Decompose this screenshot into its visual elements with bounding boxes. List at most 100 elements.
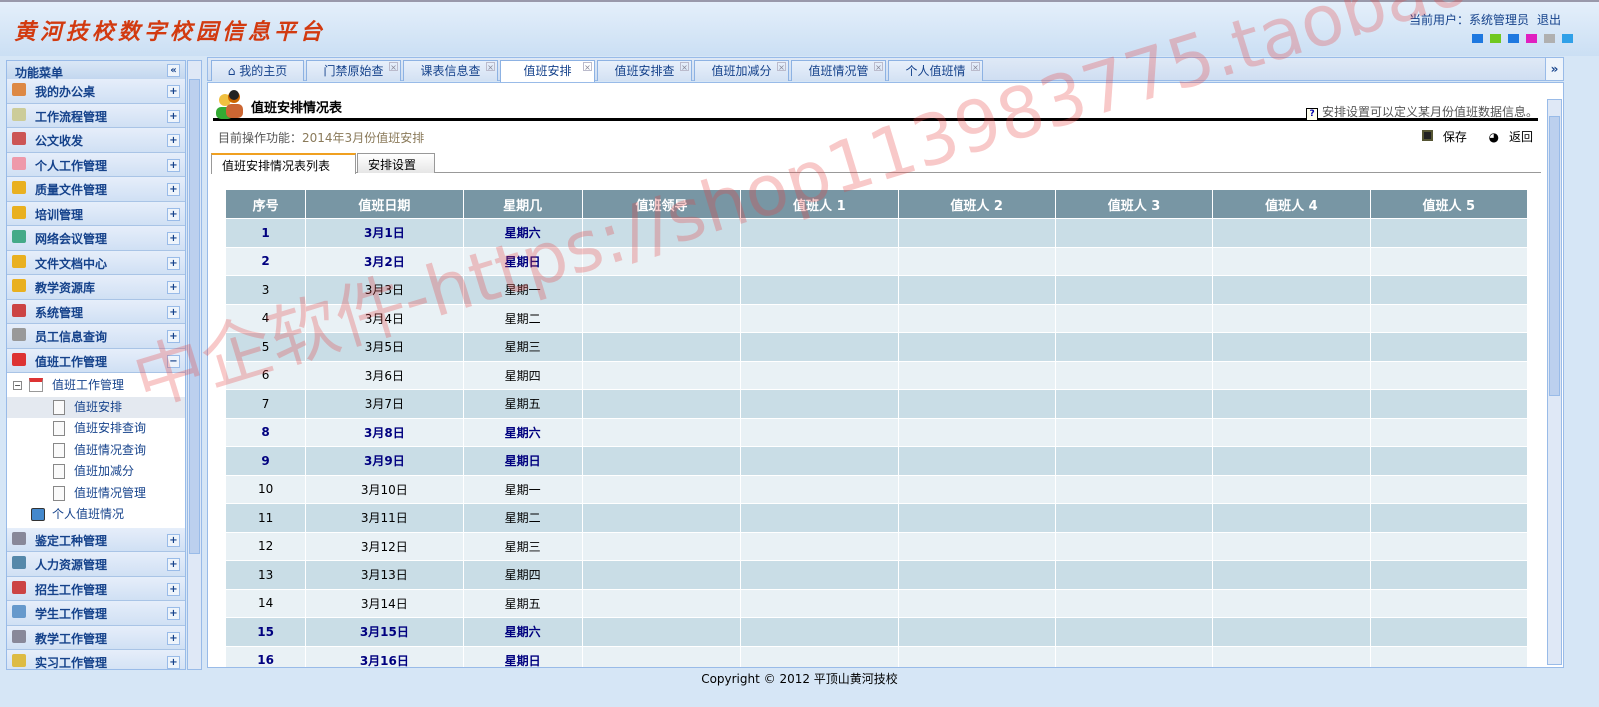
expand-icon[interactable]: +	[167, 134, 180, 147]
sidebar-item[interactable]: 人力资源管理 +	[7, 552, 185, 577]
table-cell[interactable]	[897, 417, 1056, 447]
tree-node[interactable]: 值班加减分	[7, 461, 185, 483]
sidebar-item[interactable]: 教学工作管理 +	[7, 625, 185, 650]
tree-node[interactable]: 值班安排查询	[7, 418, 185, 440]
table-cell[interactable]	[1212, 503, 1371, 533]
save-button[interactable]: 保存	[1416, 130, 1467, 144]
sidebar-item[interactable]: 公文收发 +	[7, 128, 185, 153]
table-row[interactable]: 11 3月11日 星期二	[224, 503, 1529, 533]
sidebar-item[interactable]: 工作流程管理 +	[7, 103, 185, 128]
table-row[interactable]: 4 3月4日 星期二	[224, 303, 1529, 333]
skin-swatch[interactable]	[1526, 34, 1537, 43]
table-cell[interactable]	[1369, 360, 1529, 390]
table-cell[interactable]	[1212, 332, 1371, 362]
sidebar-item[interactable]: 我的办公桌 +	[7, 79, 185, 104]
close-icon[interactable]: ×	[486, 62, 495, 72]
table-cell[interactable]	[1054, 218, 1214, 248]
table-cell[interactable]	[581, 246, 742, 276]
table-cell[interactable]	[1369, 588, 1529, 618]
table-cell[interactable]	[1054, 246, 1214, 276]
tab-item[interactable]: 门禁原始查 ×	[306, 60, 401, 81]
close-icon[interactable]: ×	[583, 62, 592, 72]
expand-icon[interactable]: +	[167, 207, 180, 221]
table-cell[interactable]	[581, 617, 742, 647]
table-cell[interactable]	[581, 645, 742, 667]
table-cell[interactable]	[1054, 645, 1214, 667]
table-cell[interactable]	[740, 588, 899, 618]
table-cell[interactable]	[1212, 474, 1371, 504]
sidebar-item[interactable]: 培训管理 +	[7, 201, 185, 226]
table-cell[interactable]	[1369, 645, 1529, 667]
table-cell[interactable]	[581, 446, 742, 476]
table-row[interactable]: 13 3月13日 星期四	[224, 560, 1529, 590]
subtab-list[interactable]: 值班安排情况表列表	[211, 153, 356, 174]
table-cell[interactable]	[740, 389, 899, 419]
table-cell[interactable]	[1212, 246, 1371, 276]
sidebar-item[interactable]: 文件文档中心 +	[7, 250, 185, 275]
table-cell[interactable]	[581, 218, 742, 248]
table-cell[interactable]	[740, 360, 899, 390]
table-cell[interactable]	[1212, 303, 1371, 333]
table-cell[interactable]	[1369, 474, 1529, 504]
skin-swatch[interactable]	[1472, 34, 1483, 43]
table-cell[interactable]	[1212, 360, 1371, 390]
table-cell[interactable]	[740, 560, 899, 590]
tab-item[interactable]: 值班安排查 ×	[597, 60, 692, 81]
table-row[interactable]: 2 3月2日 星期日	[224, 246, 1529, 276]
table-row[interactable]: 14 3月14日 星期五	[224, 588, 1529, 618]
table-cell[interactable]	[897, 617, 1056, 647]
tree-node[interactable]: 值班情况管理	[7, 483, 185, 505]
tab-item[interactable]: ⌂ 我的主页	[211, 60, 304, 81]
expand-icon[interactable]: +	[167, 281, 180, 294]
table-cell[interactable]	[740, 332, 899, 362]
close-icon[interactable]: ×	[874, 62, 883, 72]
sidebar-scrollbar[interactable]	[187, 60, 202, 670]
expand-icon[interactable]: +	[167, 533, 180, 547]
table-row[interactable]: 10 3月10日 星期一	[224, 474, 1529, 504]
table-cell[interactable]	[1054, 332, 1214, 362]
skin-swatch[interactable]	[1562, 34, 1573, 43]
table-cell[interactable]	[1054, 503, 1214, 533]
tree-node[interactable]: 值班安排	[7, 396, 185, 418]
sidebar-item[interactable]: 系统管理 +	[7, 299, 185, 324]
table-cell[interactable]	[897, 446, 1056, 476]
expand-icon[interactable]: +	[167, 330, 180, 343]
table-cell[interactable]	[740, 645, 899, 667]
table-cell[interactable]	[581, 474, 742, 504]
table-cell[interactable]	[897, 360, 1056, 390]
table-row[interactable]: 1 3月1日 星期六	[224, 218, 1529, 248]
logout-link[interactable]: 退出	[1537, 13, 1561, 27]
table-cell[interactable]	[1054, 474, 1214, 504]
table-cell[interactable]	[1369, 417, 1529, 447]
sidebar-item[interactable]: 教学资源库 +	[7, 275, 185, 300]
tab-item[interactable]: 值班情况管 ×	[791, 60, 886, 81]
tab-item[interactable]: 个人值班情 ×	[888, 60, 983, 81]
table-row[interactable]: 12 3月12日 星期三	[224, 531, 1529, 561]
table-cell[interactable]	[897, 531, 1056, 561]
sidebar-item[interactable]: 个人工作管理 +	[7, 152, 185, 177]
expand-icon[interactable]: +	[167, 656, 180, 669]
table-row[interactable]: 15 3月15日 星期六	[224, 617, 1529, 647]
table-row[interactable]: 9 3月9日 星期日	[224, 446, 1529, 476]
table-cell[interactable]	[1054, 617, 1214, 647]
table-cell[interactable]	[740, 218, 899, 248]
table-cell[interactable]	[581, 332, 742, 362]
collapse-icon[interactable]: −	[167, 354, 180, 368]
expand-icon[interactable]: +	[167, 183, 180, 196]
expand-icon[interactable]: +	[167, 305, 180, 319]
table-cell[interactable]	[581, 417, 742, 447]
table-cell[interactable]	[897, 503, 1056, 533]
table-cell[interactable]	[1212, 275, 1371, 305]
table-cell[interactable]	[581, 303, 742, 333]
expand-icon[interactable]: +	[167, 607, 180, 620]
expand-icon[interactable]: +	[167, 256, 180, 270]
table-cell[interactable]	[581, 360, 742, 390]
tab-more-icon[interactable]: »	[1545, 58, 1563, 80]
tree-collapse-icon[interactable]: −	[13, 381, 22, 390]
skin-swatch[interactable]	[1490, 34, 1501, 43]
skin-swatch[interactable]	[1544, 34, 1555, 43]
table-cell[interactable]	[897, 389, 1056, 419]
collapse-sidebar-button[interactable]: «	[167, 64, 180, 77]
table-cell[interactable]	[581, 275, 742, 305]
table-cell[interactable]	[1054, 360, 1214, 390]
